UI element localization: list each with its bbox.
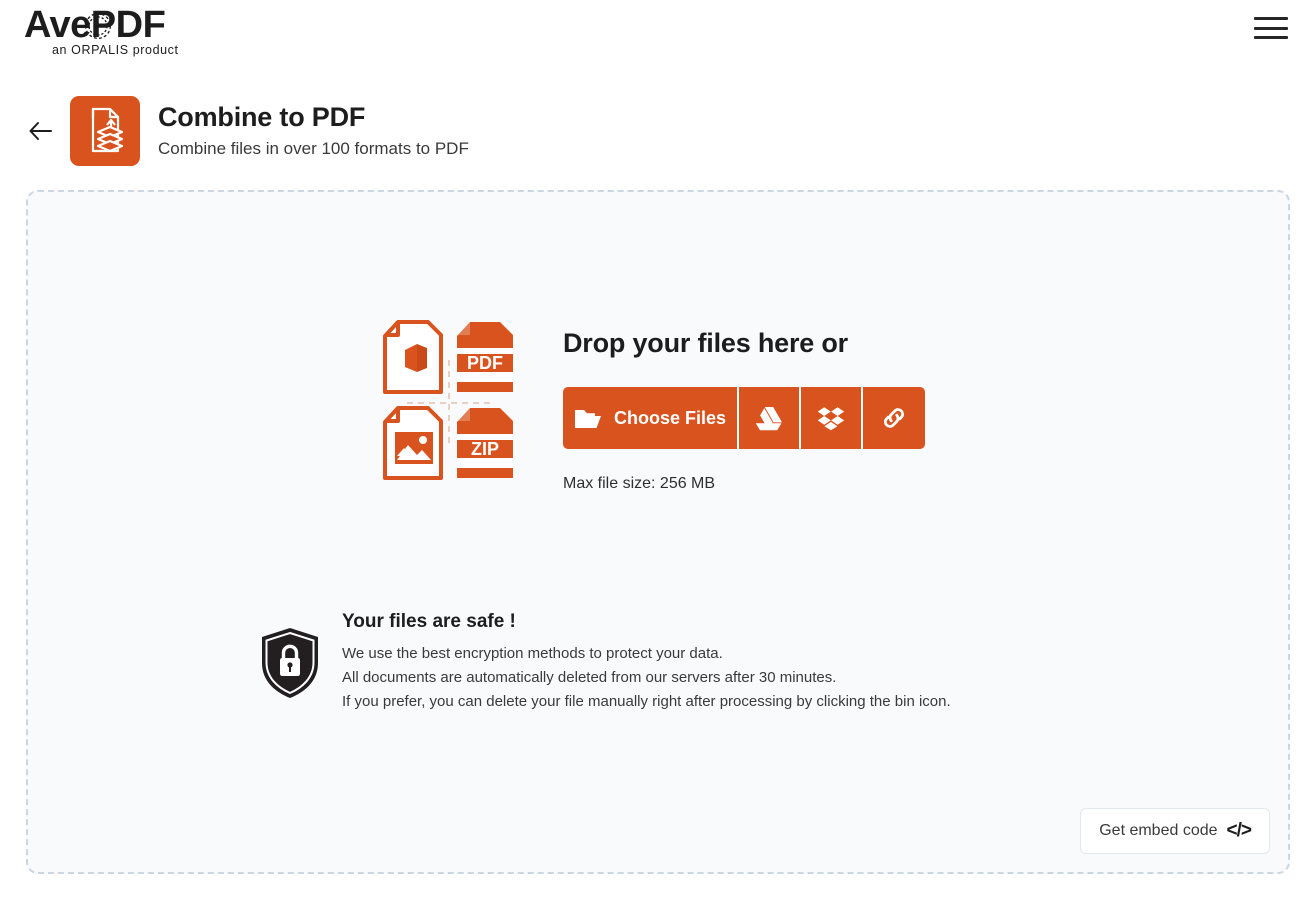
safety-title: Your files are safe ! (342, 611, 516, 632)
folder-open-icon (574, 409, 601, 428)
brand-logo[interactable]: AvePDF an ORPALIS product (24, 4, 224, 57)
hamburger-bar (1254, 36, 1288, 39)
file-type-grid: PDF ZIP (383, 320, 515, 486)
page-header: Combine to PDF Combine files in over 100… (0, 88, 1316, 174)
choose-files-button[interactable]: Choose Files (563, 387, 739, 449)
get-embed-code-button[interactable]: Get embed code </> (1080, 808, 1270, 854)
shield-lock-icon (262, 628, 318, 698)
hamburger-menu-icon[interactable] (1254, 14, 1288, 42)
page-subtitle: Combine files in over 100 formats to PDF (158, 139, 469, 158)
max-file-size-text: Max file size: 256 MB (563, 475, 716, 492)
top-bar: AvePDF an ORPALIS product (0, 0, 1316, 72)
safety-notice: Your files are safe ! We use the best en… (28, 611, 1288, 714)
choose-files-label: Choose Files (613, 407, 727, 428)
safety-line: If you prefer, you can delete your file … (342, 693, 951, 710)
file-dropzone[interactable]: PDF ZIP Drop your files here or Choose F… (26, 190, 1290, 874)
url-link-button[interactable] (863, 387, 925, 449)
safety-line: We use the best encryption methods to pr… (342, 645, 723, 662)
link-icon (884, 408, 904, 428)
dropbox-button[interactable] (801, 387, 863, 449)
file-types-illustration: PDF ZIP (383, 320, 515, 486)
page-title: Combine to PDF (158, 102, 366, 132)
safety-line: All documents are automatically deleted … (342, 669, 837, 686)
code-brackets-icon: </> (1226, 820, 1253, 841)
upload-button-group: Choose Files (563, 387, 925, 449)
image-file-icon (383, 406, 443, 480)
safety-text: Your files are safe ! We use the best en… (342, 611, 951, 714)
pdf-file-icon: PDF (457, 322, 513, 392)
hamburger-bar (1254, 17, 1288, 20)
get-embed-code-label: Get embed code (1099, 822, 1218, 839)
combine-to-pdf-icon (70, 96, 140, 166)
pdf-label: PDF (467, 353, 503, 373)
google-drive-icon (755, 406, 782, 430)
page-header-text: Combine to PDF Combine files in over 100… (158, 100, 469, 162)
laurel-wreath-icon (84, 12, 112, 40)
zip-label: ZIP (471, 439, 499, 459)
zip-file-icon: ZIP (457, 408, 513, 478)
dropzone-main: PDF ZIP Drop your files here or Choose F… (28, 192, 1288, 493)
dropzone-title: Drop your files here or (563, 328, 848, 358)
back-arrow-icon[interactable] (24, 114, 58, 148)
hamburger-bar (1254, 26, 1288, 30)
dropzone-actions: Drop your files here or Choose Files Max… (563, 320, 925, 493)
office-file-icon (383, 320, 443, 394)
dropbox-icon (817, 406, 845, 430)
google-drive-button[interactable] (739, 387, 801, 449)
